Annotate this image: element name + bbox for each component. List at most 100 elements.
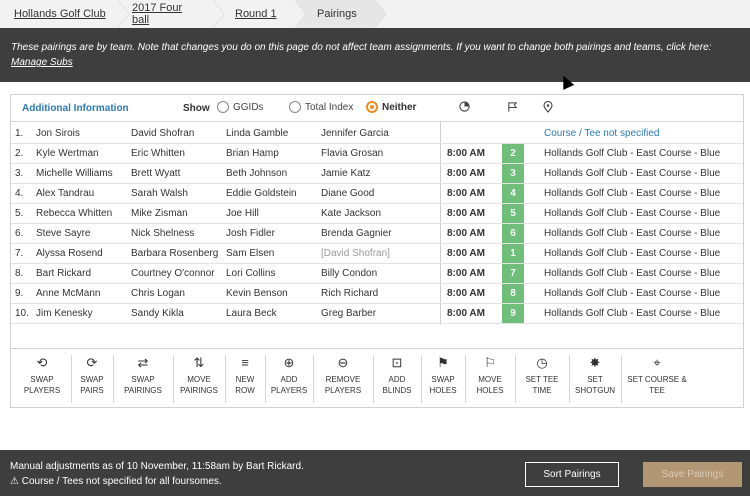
pairings-panel: Additional Information Show GGIDs Total … (10, 94, 744, 408)
player-2[interactable]: Sarah Walsh (131, 188, 188, 199)
player-3[interactable]: Brian Hamp (226, 148, 279, 159)
set-shotgun-button[interactable]: ✸ SET SHOTGUN (569, 355, 621, 404)
radio-selected-icon (366, 101, 378, 113)
tool-label-line1: SWAP (80, 375, 104, 384)
save-pairings-button[interactable]: Save Pairings (643, 462, 742, 487)
starting-hole-badge: 7 (502, 264, 524, 283)
tool-label-line2: TEE (649, 386, 665, 395)
player-3[interactable]: Linda Gamble (226, 128, 288, 139)
radio-ggids[interactable]: GGIDs (217, 101, 264, 113)
player-1[interactable]: Anne McMann (36, 288, 100, 299)
notice-banner: These pairings are by team. Note that ch… (0, 28, 750, 82)
row-number: 9. (15, 288, 24, 299)
course-tee: Hollands Golf Club - East Course - Blue (544, 268, 721, 279)
course-not-specified-link[interactable]: Course / Tee not specified (544, 128, 659, 139)
player-4[interactable]: Greg Barber (321, 308, 376, 319)
player-4[interactable]: [David Shofran] (321, 248, 390, 259)
table-row[interactable]: 1. Jon Sirois David Shofran Linda Gamble Jen… (11, 124, 743, 144)
player-4[interactable]: Brenda Gagnier (321, 228, 392, 239)
tool-label-line2: HOLES (476, 386, 504, 395)
player-1[interactable]: Steve Sayre (36, 228, 90, 239)
player-2[interactable]: Courtney O'connor (131, 268, 215, 279)
player-3[interactable]: Laura Beck (226, 308, 277, 319)
player-4[interactable]: Rich Richard (321, 288, 378, 299)
player-3[interactable]: Joe Hill (226, 208, 259, 219)
table-row[interactable]: 7. Alyssa Rosend Barbara Rosenberg Sam Else… (11, 244, 743, 264)
table-row[interactable]: 3. Michelle Williams Brett Wyatt Beth Johns… (11, 164, 743, 184)
player-4[interactable]: Diane Good (321, 188, 374, 199)
breadcrumb-item-round[interactable]: Round 1 (213, 0, 307, 28)
swap-pairings-button[interactable]: ⇄ SWAP PAIRINGS (113, 355, 173, 404)
player-2[interactable]: Mike Zisman (131, 208, 188, 219)
sort-pairings-button[interactable]: Sort Pairings (525, 462, 619, 487)
player-2[interactable]: Barbara Rosenberg (131, 248, 218, 259)
table-row[interactable]: 4. Alex Tandrau Sarah Walsh Eddie Goldstein… (11, 184, 743, 204)
player-4[interactable]: Jennifer Garcia (321, 128, 389, 139)
show-label: Show (183, 103, 210, 114)
swap-players-button[interactable]: ⟲ SWAP PLAYERS (13, 355, 71, 404)
breadcrumb-item-club[interactable]: Hollands Golf Club (0, 0, 130, 28)
player-3[interactable]: Sam Elsen (226, 248, 274, 259)
new-row-button[interactable]: ≡ NEW ROW (225, 355, 265, 404)
swap-players-icon: ⟲ (36, 355, 48, 370)
move-holes-button[interactable]: ⚐ MOVE HOLES (465, 355, 515, 404)
course-tee: Hollands Golf Club - East Course - Blue (544, 168, 721, 179)
move-holes-icon: ⚐ (484, 355, 496, 370)
player-4[interactable]: Billy Condon (321, 268, 377, 279)
starting-hole-badge: 4 (502, 184, 524, 203)
player-3[interactable]: Lori Collins (226, 268, 275, 279)
tool-label-line1: SET COURSE & (627, 375, 687, 384)
player-2[interactable]: Brett Wyatt (131, 168, 180, 179)
radio-neither[interactable]: Neither (366, 101, 416, 113)
tool-label-line2: SHOTGUN (575, 386, 615, 395)
new-row-icon: ≡ (241, 355, 249, 370)
player-2[interactable]: Sandy Kikla (131, 308, 184, 319)
player-4[interactable]: Flavia Grosan (321, 148, 383, 159)
player-1[interactable]: Kyle Wertman (36, 148, 99, 159)
table-row[interactable]: 8. Bart Rickard Courtney O'connor Lori Coll… (11, 264, 743, 284)
row-number: 4. (15, 188, 24, 199)
breadcrumb-separator (294, 0, 307, 28)
set-tee-time-button[interactable]: ◷ SET TEE TIME (515, 355, 569, 404)
manage-subs-link[interactable]: Manage Subs (11, 57, 73, 68)
player-1[interactable]: Alex Tandrau (36, 188, 94, 199)
player-2[interactable]: Chris Logan (131, 288, 185, 299)
player-4[interactable]: Jamie Katz (321, 168, 370, 179)
add-blinds-button[interactable]: ⊡ ADD BLINDS (373, 355, 421, 404)
starting-hole-badge: 6 (502, 224, 524, 243)
table-row[interactable]: 2. Kyle Wertman Eric Whitten Brian Hamp Flav… (11, 144, 743, 164)
player-3[interactable]: Josh Fidler (226, 228, 275, 239)
remove-players-button[interactable]: ⊖ REMOVE PLAYERS (313, 355, 373, 404)
tee-time: 8:00 AM (447, 188, 485, 199)
radio-total-index[interactable]: Total Index (289, 101, 353, 113)
swap-pairs-button[interactable]: ⟳ SWAP PAIRS (71, 355, 113, 404)
player-1[interactable]: Alyssa Rosend (36, 248, 103, 259)
move-pairings-button[interactable]: ⇅ MOVE PAIRINGS (173, 355, 225, 404)
player-3[interactable]: Kevin Benson (226, 288, 288, 299)
player-1[interactable]: Bart Rickard (36, 268, 91, 279)
remove-players-icon: ⊖ (337, 355, 349, 370)
player-1[interactable]: Michelle Williams (36, 168, 113, 179)
player-3[interactable]: Beth Johnson (226, 168, 287, 179)
breadcrumb-item-event[interactable]: 2017 Four ball (118, 0, 225, 28)
player-2[interactable]: David Shofran (131, 128, 194, 139)
table-row[interactable]: 6. Steve Sayre Nick Shelness Josh Fidler Bre… (11, 224, 743, 244)
player-1[interactable]: Rebecca Whitten (36, 208, 112, 219)
player-3[interactable]: Eddie Goldstein (226, 188, 297, 199)
swap-holes-button[interactable]: ⚑ SWAP HOLES (421, 355, 465, 404)
add-players-button[interactable]: ⊕ ADD PLAYERS (265, 355, 313, 404)
clock-icon: ◷ (536, 355, 548, 370)
player-2[interactable]: Eric Whitten (131, 148, 185, 159)
player-1[interactable]: Jim Kenesky (36, 308, 93, 319)
swap-pairings-icon: ⇄ (137, 355, 149, 370)
player-4[interactable]: Kate Jackson (321, 208, 381, 219)
table-row[interactable]: 5. Rebecca Whitten Mike Zisman Joe Hill Kate… (11, 204, 743, 224)
player-2[interactable]: Nick Shelness (131, 228, 194, 239)
table-row[interactable]: 9. Anne McMann Chris Logan Kevin Benson Rich… (11, 284, 743, 304)
player-1[interactable]: Jon Sirois (36, 128, 80, 139)
table-row[interactable]: 10. Jim Kenesky Sandy Kikla Laura Beck Greg … (11, 304, 743, 324)
tee-time: 8:00 AM (447, 248, 485, 259)
set-course-tee-button[interactable]: ⌖ SET COURSE & TEE (621, 355, 693, 404)
additional-info-title[interactable]: Additional Information (22, 103, 129, 114)
footer-bar: Manual adjustments as of 10 November, 11… (0, 450, 750, 496)
